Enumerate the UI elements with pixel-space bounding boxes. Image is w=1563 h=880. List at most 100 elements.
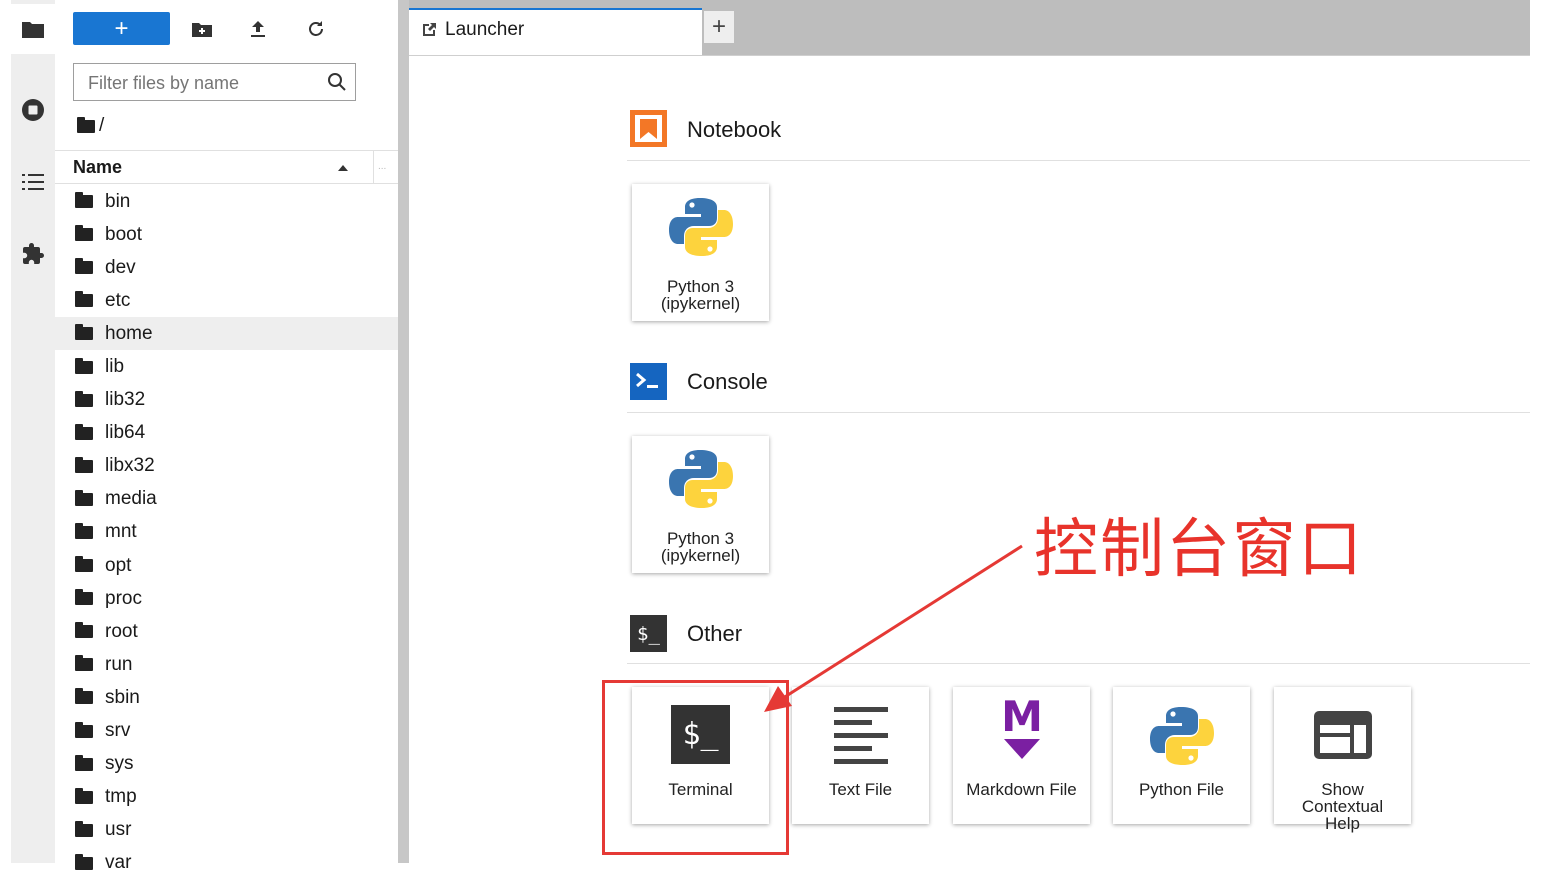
markdown-icon: M [987, 695, 1057, 765]
column-separator [373, 151, 374, 183]
panel-splitter[interactable] [398, 0, 409, 863]
name-column-header[interactable]: Name [73, 157, 122, 178]
file-list-item[interactable]: usr [55, 814, 398, 847]
tab-bar: Launcher + [409, 0, 1530, 56]
annotation-highlight-box [602, 680, 789, 855]
markdown-arrow-icon [1004, 739, 1040, 759]
contextual-help-card[interactable]: Show Contextual Help [1274, 687, 1411, 833]
contextual-help-label-line3: Help [1325, 814, 1360, 833]
breadcrumb-root[interactable]: / [99, 115, 104, 137]
breadcrumb[interactable]: / [77, 115, 104, 137]
extensions-tab[interactable] [19, 240, 47, 268]
folder-icon [75, 589, 93, 606]
file-list-item[interactable]: opt [55, 549, 398, 582]
file-list-item[interactable]: srv [55, 715, 398, 748]
file-browser-panel: + / Name ... bin boot dev etc home lib lib32 li… [55, 0, 398, 873]
folder-icon [75, 225, 93, 242]
new-launcher-button[interactable]: + [73, 12, 170, 45]
running-sessions-tab[interactable] [19, 96, 47, 124]
file-name: bin [105, 190, 131, 212]
folder-icon [75, 622, 93, 639]
refresh-button[interactable] [304, 17, 328, 41]
launcher-tab-label: Launcher [445, 19, 525, 40]
file-list-item[interactable]: lib64 [55, 417, 398, 450]
new-button-label: + [114, 14, 129, 42]
file-name: sys [105, 753, 134, 775]
console-python3-card[interactable]: Python 3 (ipykernel) [632, 436, 769, 573]
file-browser-toolbar: + [55, 0, 398, 58]
folder-icon [22, 22, 44, 38]
file-list-item[interactable]: mnt [55, 516, 398, 549]
folder-icon [75, 390, 93, 407]
terminal-section-icon: $_ [630, 615, 667, 652]
notebook-section-icon [630, 110, 667, 147]
file-list-item[interactable]: home [55, 317, 398, 351]
sort-ascending-icon [338, 165, 348, 171]
file-name: dev [105, 256, 136, 278]
file-list-item[interactable]: lib [55, 350, 398, 383]
markdown-file-card-label: Markdown File [966, 780, 1077, 799]
file-list-item[interactable]: etc [55, 284, 398, 317]
root-folder-icon [77, 116, 95, 133]
console-card-label-line2: (ipykernel) [660, 546, 741, 565]
filter-files-input[interactable] [86, 72, 320, 95]
folder-icon [75, 655, 93, 672]
upload-button[interactable] [246, 17, 270, 41]
list-icon [22, 174, 44, 190]
activity-bar [11, 0, 55, 863]
console-section-icon [630, 363, 667, 400]
file-list-item[interactable]: sbin [55, 681, 398, 714]
file-list-item[interactable]: proc [55, 582, 398, 615]
file-list: bin boot dev etc home lib lib32 lib64 libx32 medi… [55, 185, 398, 880]
file-list-item[interactable]: bin [55, 185, 398, 218]
file-list-item[interactable]: dev [55, 251, 398, 284]
file-name: home [105, 322, 153, 344]
file-list-item[interactable]: run [55, 648, 398, 681]
folder-icon [75, 192, 93, 209]
new-folder-button[interactable] [190, 17, 214, 41]
table-of-contents-tab[interactable] [19, 168, 47, 196]
file-list-item[interactable]: sys [55, 748, 398, 781]
file-list-item[interactable]: var [55, 847, 398, 880]
folder-icon [75, 324, 93, 341]
file-name: tmp [105, 786, 137, 808]
file-list-item[interactable]: lib32 [55, 384, 398, 417]
folder-icon [75, 522, 93, 539]
tab-launcher[interactable]: Launcher [409, 8, 702, 55]
file-name: lib32 [105, 389, 146, 411]
file-browser-tab[interactable] [11, 4, 55, 54]
file-list-item[interactable]: media [55, 483, 398, 516]
file-list-item[interactable]: root [55, 615, 398, 648]
filter-files-field[interactable] [73, 63, 356, 101]
file-name: libx32 [105, 455, 155, 477]
notebook-python3-card[interactable]: Python 3 (ipykernel) [632, 184, 769, 321]
markdown-file-card[interactable]: M Markdown File [953, 687, 1090, 824]
python-logo-icon [669, 198, 733, 256]
search-icon [328, 73, 346, 91]
contextual-help-icon [1314, 711, 1372, 759]
folder-icon [75, 853, 93, 870]
stop-circle-icon [22, 99, 44, 121]
folder-icon [75, 556, 93, 573]
file-name: sbin [105, 686, 140, 708]
launcher-panel: Notebook Python 3 (ipykernel) Console Py… [409, 56, 1530, 863]
console-divider [627, 412, 1530, 413]
file-name: proc [105, 587, 142, 609]
file-name: opt [105, 554, 132, 576]
folder-icon [75, 754, 93, 771]
text-file-card[interactable]: Text File [792, 687, 929, 824]
folder-icon [75, 688, 93, 705]
puzzle-icon [23, 243, 44, 264]
new-tab-button[interactable]: + [704, 11, 734, 43]
text-file-icon [834, 707, 888, 764]
file-list-header: Name ... [55, 150, 398, 184]
column-more[interactable]: ... [378, 161, 386, 172]
file-list-item[interactable]: libx32 [55, 450, 398, 483]
file-list-item[interactable]: boot [55, 218, 398, 251]
annotation-label: 控制台窗口 [1034, 513, 1364, 587]
python-logo-icon [1150, 707, 1214, 765]
file-list-item[interactable]: tmp [55, 781, 398, 814]
launcher-tab-icon [423, 23, 436, 36]
python-file-card[interactable]: Python File [1113, 687, 1250, 824]
other-section-title: Other [687, 621, 743, 646]
